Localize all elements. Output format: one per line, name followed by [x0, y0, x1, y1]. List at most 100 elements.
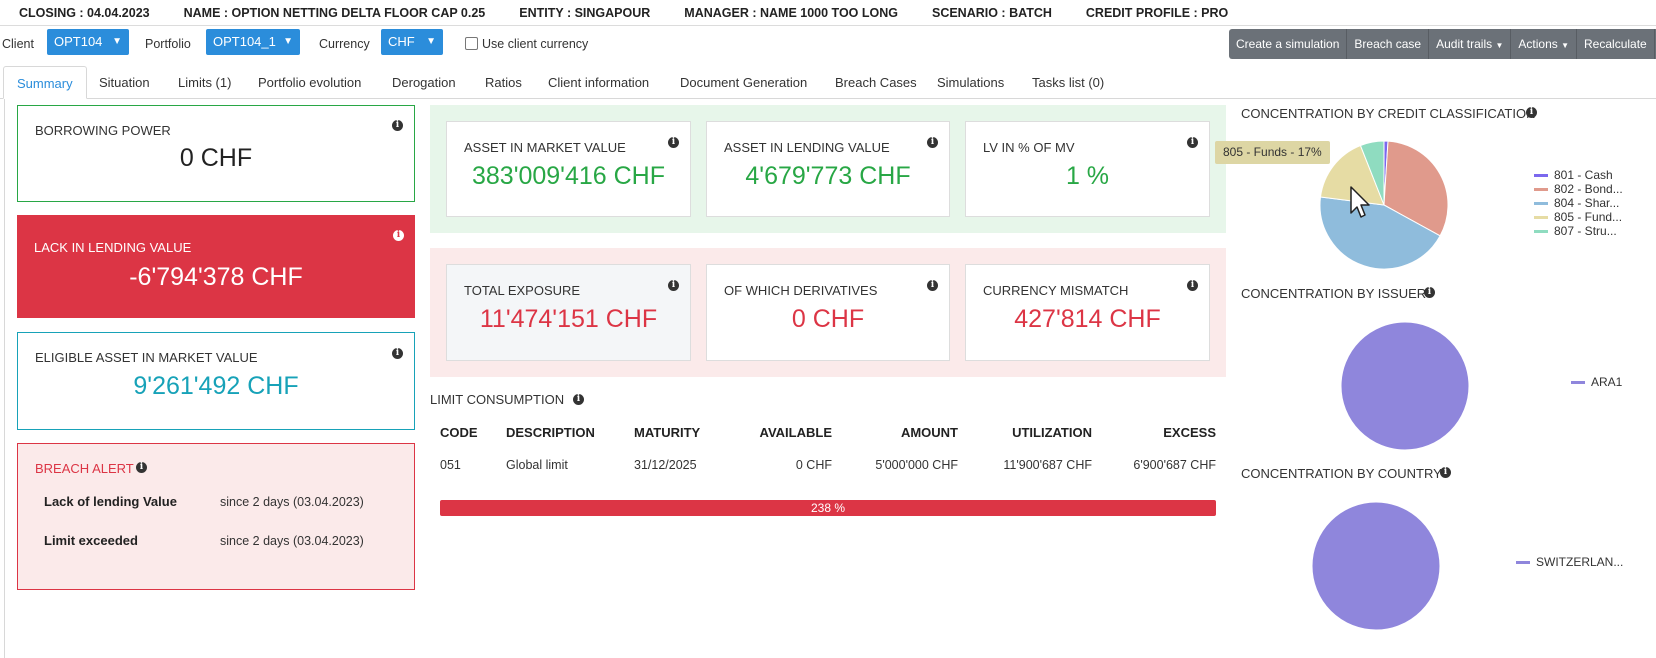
portfolio-label: Portfolio — [145, 37, 191, 51]
kpi-card: TOTAL EXPOSURE i 11'474'151 CHF — [446, 264, 691, 361]
legend-item[interactable]: 802 - Bond... — [1534, 182, 1623, 196]
borrowing-power-card: BORROWING POWER i 0 CHF — [17, 105, 415, 202]
col-maturity: MATURITY — [634, 424, 701, 440]
info-icon[interactable]: i — [393, 230, 404, 241]
legend-item[interactable]: 801 - Cash — [1534, 168, 1623, 182]
currency-select[interactable]: CHF ▼ — [381, 29, 443, 55]
country-title: CONCENTRATION BY COUNTRY — [1241, 466, 1442, 481]
use-client-currency-checkbox[interactable] — [465, 37, 478, 50]
col-utilization: UTILIZATION — [1012, 424, 1092, 440]
kpi-title: ASSET IN LENDING VALUE — [724, 140, 890, 155]
chevron-down-icon: ▼ — [112, 36, 122, 47]
tab-client-information[interactable]: Client information — [548, 66, 649, 99]
info-icon[interactable]: i — [1424, 287, 1435, 298]
kpi-title: OF WHICH DERIVATIVES — [724, 283, 878, 298]
legend-item[interactable]: 805 - Fund... — [1534, 210, 1623, 224]
kpi-value: 1 % — [1065, 162, 1110, 190]
legend-swatch — [1534, 229, 1548, 233]
col-description: DESCRIPTION — [506, 424, 595, 440]
action-buttons: Create a simulation Breach case Audit tr… — [1229, 29, 1656, 59]
tab-limits[interactable]: Limits (1) — [178, 66, 231, 99]
tab-simulations[interactable]: Simulations — [937, 66, 1004, 99]
portfolio-name: NAME : OPTION NETTING DELTA FLOOR CAP 0.… — [183, 5, 486, 20]
info-icon[interactable]: i — [1526, 107, 1537, 118]
kpi-value: 4'679'773 CHF — [745, 162, 911, 190]
create-simulation-button[interactable]: Create a simulation — [1229, 29, 1348, 59]
legend-item[interactable]: 807 - Stru... — [1534, 224, 1623, 238]
cell-description: Global limit — [506, 458, 568, 472]
portfolio-select-value: OPT104_1 — [213, 34, 276, 49]
tab-situation[interactable]: Situation — [99, 66, 150, 99]
info-icon[interactable]: i — [668, 137, 679, 148]
kpi-title: LV IN % OF MV — [983, 140, 1075, 155]
actions-button[interactable]: Actions ▼ — [1511, 29, 1578, 59]
legend-label: 807 - Stru... — [1554, 224, 1617, 238]
info-icon[interactable]: i — [668, 280, 679, 291]
borrowing-power-title: BORROWING POWER — [35, 123, 171, 138]
kpi-card: CURRENCY MISMATCH i 427'814 CHF — [965, 264, 1210, 361]
legend-item[interactable]: SWITZERLAN... — [1516, 555, 1623, 569]
content-border — [4, 99, 5, 658]
kpi-title: TOTAL EXPOSURE — [464, 283, 581, 298]
tab-derogation[interactable]: Derogation — [392, 66, 456, 99]
actions-label: Actions — [1518, 37, 1558, 51]
tab-portfolio-evolution[interactable]: Portfolio evolution — [258, 66, 361, 99]
info-icon[interactable]: i — [927, 137, 938, 148]
info-icon[interactable]: i — [1440, 467, 1451, 478]
kpi-title: ASSET IN MARKET VALUE — [464, 140, 626, 155]
info-icon[interactable]: i — [136, 462, 147, 473]
table-row[interactable]: 051 Global limit 31/12/2025 0 CHF 5'000'… — [430, 446, 1216, 484]
scenario: SCENARIO : BATCH — [931, 5, 1052, 20]
pie-slice-ara1[interactable] — [1340, 321, 1470, 451]
recalculate-button[interactable]: Recalculate — [1577, 29, 1655, 59]
info-bar: CLOSING : 04.04.2023 NAME : OPTION NETTI… — [0, 0, 1656, 26]
pie-slice-switzerlan[interactable] — [1311, 501, 1441, 631]
kpi-title: CURRENCY MISMATCH — [983, 283, 1129, 298]
legend-swatch — [1534, 201, 1548, 205]
audit-trails-label: Audit trails — [1436, 37, 1493, 51]
legend-label: SWITZERLAN... — [1536, 555, 1624, 569]
chevron-down-icon: ▼ — [426, 36, 436, 47]
kpi-value: 383'009'416 CHF — [471, 162, 665, 190]
country-pie — [1311, 501, 1441, 631]
legend-swatch — [1534, 173, 1548, 177]
limit-consumption-title: LIMIT CONSUMPTION — [430, 392, 565, 407]
tab-breach-cases[interactable]: Breach Cases — [835, 66, 917, 99]
caret-down-icon: ▼ — [1495, 41, 1504, 50]
portfolio-select[interactable]: OPT104_1 ▼ — [206, 29, 300, 55]
legend-swatch — [1534, 187, 1548, 191]
lack-lending-title: LACK IN LENDING VALUE — [34, 240, 192, 255]
info-icon[interactable]: i — [392, 348, 403, 359]
cell-utilization: 11'900'687 CHF — [1003, 458, 1092, 472]
breach-item-label: Limit exceeded — [44, 533, 138, 548]
legend-label: 805 - Fund... — [1554, 210, 1623, 224]
info-icon[interactable]: i — [1187, 137, 1198, 148]
info-icon[interactable]: i — [927, 280, 938, 291]
country-legend: SWITZERLAN... — [1516, 555, 1623, 569]
legend-label: 802 - Bond... — [1554, 182, 1623, 196]
breach-case-button[interactable]: Breach case — [1347, 29, 1430, 59]
cell-maturity: 31/12/2025 — [634, 458, 697, 472]
chart-tooltip: 805 - Funds - 17% — [1215, 141, 1330, 164]
audit-trails-button[interactable]: Audit trails ▼ — [1429, 29, 1512, 59]
tab-tasks-list[interactable]: Tasks list (0) — [1032, 66, 1104, 99]
tab-ratios[interactable]: Ratios — [485, 66, 522, 99]
kpi-value: 427'814 CHF — [1014, 305, 1161, 333]
legend-swatch — [1571, 380, 1585, 384]
tab-document-generation[interactable]: Document Generation — [680, 66, 807, 99]
client-select[interactable]: OPT104 ▼ — [47, 29, 129, 55]
kpi-value: 11'474'151 CHF — [479, 305, 658, 333]
breach-alert-title: BREACH ALERT — [35, 461, 134, 476]
legend-swatch — [1516, 560, 1530, 564]
legend-item[interactable]: 804 - Shar... — [1534, 196, 1623, 210]
legend-item[interactable]: ARA1 — [1571, 375, 1622, 389]
borrowing-power-value: 0 CHF — [179, 144, 253, 172]
info-icon[interactable]: i — [392, 120, 403, 131]
tab-summary[interactable]: Summary — [3, 66, 87, 99]
table-header-row: CODE DESCRIPTION MATURITY AVAILABLE AMOU… — [430, 418, 1216, 446]
cell-amount: 5'000'000 CHF — [875, 458, 958, 472]
mouse-cursor-icon — [1350, 186, 1370, 218]
info-icon[interactable]: i — [1187, 280, 1198, 291]
credit-classification-pie — [1319, 140, 1449, 270]
info-icon[interactable]: i — [573, 394, 584, 405]
